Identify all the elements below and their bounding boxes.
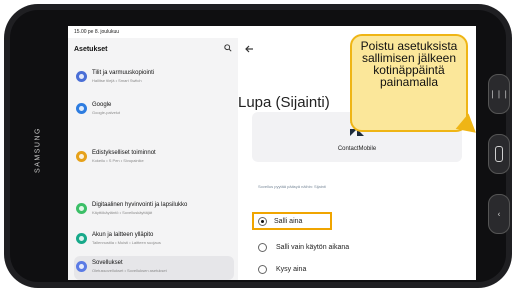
app-name: ContactMobile — [337, 146, 377, 152]
callout-text: Poistu asetuksista sallimisen jälkeen ko… — [360, 39, 458, 89]
radio-icon — [258, 265, 267, 274]
settings-item-title: Sovellukset — [92, 260, 123, 266]
radio-selected-icon — [258, 217, 267, 226]
settings-item-title: Google — [92, 102, 112, 108]
recent-apps-icon: ❘❘❘ — [488, 89, 510, 99]
search-icon[interactable] — [224, 44, 232, 52]
permission-caption: Sovellus pyytää pääsyä näihin: Sijainti — [258, 184, 326, 189]
instruction-callout: Poistu asetuksista sallimisen jälkeen ko… — [350, 34, 468, 132]
settings-item-subtitle: Käyttökäytäntö • Sovelluskäyttäjät — [92, 210, 153, 215]
back-arrow-icon[interactable] — [244, 44, 254, 54]
permission-title: Lupa (Sijainti) — [238, 94, 330, 111]
option-allow-always[interactable]: Salli aina — [252, 212, 332, 230]
settings-item-title: Digitaalinen hyvinvointi ja lapsilukko — [92, 202, 188, 208]
status-time: 15.00 pe 8. joulukuu — [74, 29, 120, 35]
device-brand: SAMSUNG — [34, 127, 42, 173]
radio-icon — [258, 243, 267, 252]
settings-item-subtitle: Kokeilu • S Pen • Sivupainike — [92, 158, 144, 163]
option-label: Salli aina — [274, 218, 303, 225]
accounts-icon — [76, 71, 87, 82]
option-label: Salli vain käytön aikana — [276, 244, 350, 251]
settings-item-title: Akun ja laitteen ylläpito — [92, 232, 154, 238]
settings-item-title: Tilit ja varmuuskopiointi — [92, 70, 155, 76]
settings-item-subtitle: Oletussovellukset • Sovelluksen asetukse… — [92, 268, 167, 273]
settings-item-accounts[interactable]: Tilit ja varmuuskopiointi Hallitse tilej… — [74, 66, 234, 90]
settings-item-advanced[interactable]: Edistykselliset toiminnot Kokeilu • S Pe… — [74, 146, 234, 170]
option-allow-while-using[interactable]: Salli vain käytön aikana — [252, 238, 462, 260]
settings-item-title: Edistykselliset toiminnot — [92, 150, 156, 156]
apps-icon — [76, 261, 87, 272]
settings-item-battery[interactable]: Akun ja laitteen ylläpito Tallennustila … — [74, 228, 234, 252]
wellbeing-icon — [76, 203, 87, 214]
settings-item-subtitle: Google-palvelut — [92, 110, 121, 115]
settings-header: Asetukset — [68, 38, 238, 62]
settings-pane: Asetukset Tilit ja varmuuskopiointi Hall… — [68, 38, 238, 280]
option-label: Kysy aina — [276, 266, 307, 273]
settings-item-wellbeing[interactable]: Digitaalinen hyvinvointi ja lapsilukko K… — [74, 198, 234, 222]
home-button[interactable] — [488, 134, 510, 174]
settings-item-subtitle: Hallitse tilejä • Smart Switch — [92, 78, 142, 83]
home-icon — [495, 146, 503, 162]
settings-item-google[interactable]: Google Google-palvelut — [74, 98, 234, 122]
settings-title: Asetukset — [74, 46, 108, 53]
settings-item-subtitle: Tallennustila • Muisti • Laitteen suojau… — [92, 240, 161, 245]
settings-item-apps[interactable]: Sovellukset Oletussovellukset • Sovelluk… — [74, 256, 234, 280]
back-hw-button[interactable]: ‹ — [488, 194, 510, 234]
battery-care-icon — [76, 233, 87, 244]
google-icon — [76, 103, 87, 114]
recent-apps-button[interactable]: ❘❘❘ — [488, 74, 510, 114]
screenshot: SAMSUNG ❘❘❘ ‹ 15.00 pe 8. joulukuu Asetu… — [0, 0, 516, 292]
back-hw-icon: ‹ — [497, 209, 501, 219]
option-ask-always[interactable]: Kysy aina — [252, 260, 462, 280]
advanced-features-icon — [76, 151, 87, 162]
